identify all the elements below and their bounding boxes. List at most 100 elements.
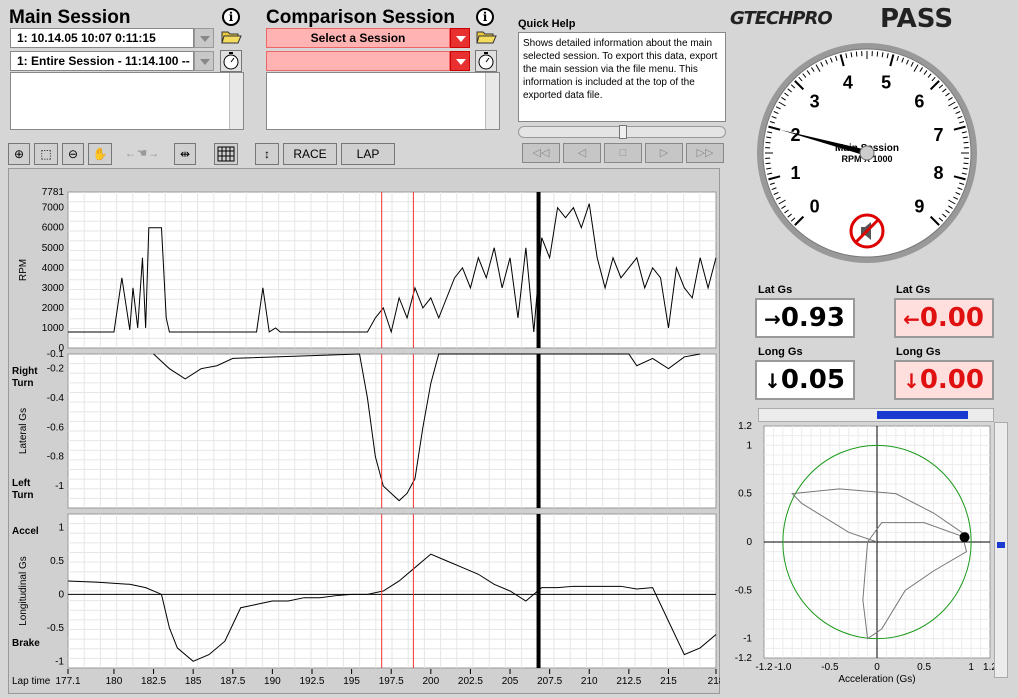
- x-tick-label: 215: [660, 676, 677, 687]
- stopwatch-icon[interactable]: [475, 50, 497, 72]
- gg-x-axis-label: Acceleration (Gs): [838, 674, 915, 685]
- main-session-notes[interactable]: [10, 72, 244, 130]
- fit-horizontal-icon[interactable]: ⇹: [174, 143, 196, 165]
- fit-vertical-icon[interactable]: ↕: [255, 143, 279, 165]
- comparison-session-notes[interactable]: [266, 72, 500, 130]
- chevron-down-icon[interactable]: [450, 28, 470, 48]
- gg-x-tick-label: -1.2: [755, 662, 773, 673]
- comp-long-label: Long Gs: [896, 346, 941, 358]
- y-tick-label: -1: [55, 656, 64, 667]
- tach-tick: [765, 162, 771, 165]
- lap-charts[interactable]: 7781 7000 6000 5000 4000 3000 2000 1000 0 RPM -0.1…: [8, 168, 720, 694]
- x-tick-label: 182.5: [141, 676, 166, 687]
- rewind-button[interactable]: ◁◁: [522, 143, 560, 163]
- tach-number: 5: [881, 73, 891, 93]
- main-session-lap-select[interactable]: 1: Entire Session - 11:14.100 --: [10, 51, 194, 71]
- comp-lat-label: Lat Gs: [896, 284, 931, 296]
- tach-tick: [765, 141, 771, 144]
- y-tick-label: 7000: [42, 203, 65, 214]
- main-session-run-select[interactable]: 1: 10.14.05 10:07 0:11:15: [10, 28, 194, 48]
- y-tick-label: 1000: [42, 323, 65, 334]
- drag-cursor-icon[interactable]: ←☚→: [116, 143, 168, 165]
- comparison-session-info-icon[interactable]: i: [476, 8, 494, 26]
- pass-logo: PASS: [880, 4, 954, 34]
- chevron-down-icon[interactable]: [450, 51, 470, 71]
- tach-number: 1: [791, 163, 801, 183]
- tach-tick: [855, 51, 858, 57]
- y-tick-label: -0.1: [47, 349, 65, 360]
- y-tick-label: 7781: [42, 187, 65, 198]
- gg-y-tick-label: -1.2: [735, 653, 753, 664]
- notes-scrollbar[interactable]: [229, 73, 243, 129]
- zoom-out-icon[interactable]: ⊖: [62, 143, 84, 165]
- fast-forward-button[interactable]: ▷▷: [686, 143, 724, 163]
- zoom-box-icon[interactable]: ⬚: [34, 143, 58, 165]
- lap-button[interactable]: LAP: [341, 143, 395, 165]
- gg-y-tick-label: 0.5: [738, 489, 752, 500]
- comp-long-value-box: ↓0.00: [894, 360, 994, 400]
- main-long-value-box: ↓0.05: [755, 360, 855, 400]
- main-session-info-icon[interactable]: i: [222, 8, 240, 26]
- sound-off-icon[interactable]: [849, 213, 885, 249]
- x-tick-label: 195: [343, 676, 360, 687]
- x-tick-label: 192.5: [299, 676, 324, 687]
- y-tick-label: -0.5: [47, 623, 65, 634]
- quick-help-text: Shows detailed information about the mai…: [518, 32, 726, 122]
- tach-number: 6: [914, 92, 924, 112]
- x-tick-label: 185: [185, 676, 202, 687]
- quick-help-label: Quick Help: [518, 18, 576, 30]
- grid-toggle-icon[interactable]: [214, 143, 238, 165]
- arrow-right-icon: →: [764, 307, 781, 331]
- y-tick-label: -1: [55, 481, 64, 492]
- pan-hand-icon[interactable]: ✋: [88, 143, 112, 165]
- stop-button[interactable]: □: [604, 143, 642, 163]
- x-tick-label: 187.5: [220, 676, 245, 687]
- comparison-session-run-select[interactable]: Select a Session: [266, 28, 450, 48]
- x-tick-label: 200: [422, 676, 439, 687]
- x-tick-label: 190: [264, 676, 281, 687]
- y-tick-label: -0.4: [47, 393, 65, 404]
- tach-hub: [859, 145, 875, 161]
- race-label: RACE: [293, 147, 327, 161]
- y-tick-label: 3000: [42, 283, 65, 294]
- tach-number: 3: [810, 92, 820, 112]
- comparison-session-title: Comparison Session: [266, 7, 455, 28]
- arrow-down-icon: ↓: [764, 369, 781, 393]
- play-button[interactable]: ▷: [645, 143, 683, 163]
- chart-panel-0[interactable]: 778170006000500040003000200010000RPM: [18, 187, 717, 354]
- x-tick-label: 202.5: [458, 676, 483, 687]
- y-tick-label: 6000: [42, 223, 65, 234]
- stopwatch-icon[interactable]: [220, 50, 242, 72]
- y-tick-label: -0.6: [47, 422, 65, 433]
- chart-panel-1[interactable]: -0.1 -0.2 -0.4 -0.6 -0.8 -1 Lateral Gs Right Tur…: [12, 349, 717, 509]
- gg-x-tick-label: -1.0: [774, 662, 792, 673]
- gg-y-tick-label: 1.2: [738, 421, 752, 432]
- x-tick-label: 207.5: [537, 676, 562, 687]
- main-lat-label: Lat Gs: [758, 284, 793, 296]
- friction-circle: 1.210.50-0.5-1-1.2-1.2-1.0-0.500.511.2Ac…: [735, 421, 994, 685]
- y-tick-label: 5000: [42, 243, 65, 254]
- comp-long-value: 0.00: [919, 365, 984, 395]
- gg-current-point: [959, 532, 970, 543]
- zoom-in-icon[interactable]: ⊕: [8, 143, 30, 165]
- playback-slider[interactable]: [518, 125, 726, 139]
- lat-g-bar-fill: [877, 411, 969, 419]
- x-tick-label: 197.5: [379, 676, 404, 687]
- comparison-session-lap-select[interactable]: [266, 51, 450, 71]
- step-back-button[interactable]: ◁: [563, 143, 601, 163]
- folder-open-icon[interactable]: [475, 27, 497, 49]
- notes-scrollbar[interactable]: [485, 73, 499, 129]
- folder-open-icon[interactable]: [220, 27, 242, 49]
- race-button[interactable]: RACE: [283, 143, 337, 165]
- y-axis-label: RPM: [18, 259, 29, 281]
- chevron-down-icon[interactable]: [194, 28, 214, 48]
- chart-panel-2[interactable]: 1 0.5 0 -0.5 -1 Longitudinal Gs Accel Brake: [12, 513, 717, 669]
- chevron-down-icon[interactable]: [194, 51, 214, 71]
- x-tick-label: 210: [581, 676, 598, 687]
- gg-y-tick-label: 0: [746, 537, 752, 548]
- gg-x-tick-label: 1.2: [983, 662, 994, 673]
- tach-tick: [963, 162, 969, 165]
- gtech-logo: GTECHPRO: [730, 8, 833, 29]
- gg-x-tick-label: 1: [968, 662, 974, 673]
- playback-slider-thumb[interactable]: [619, 125, 627, 139]
